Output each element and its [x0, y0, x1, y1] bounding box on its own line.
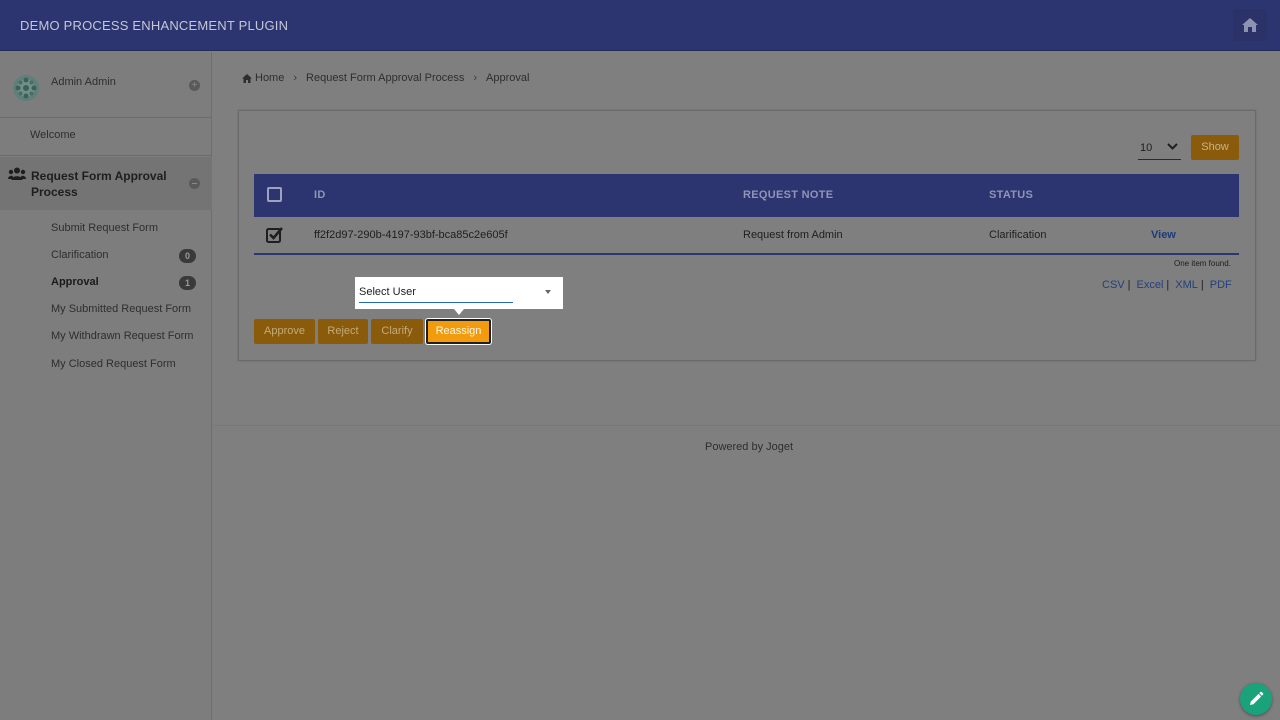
column-header-request-note[interactable]: REQUEST NOTE: [743, 189, 833, 201]
table-row[interactable]: ff2f2d97-290b-4197-93bf-bca85c2e605f Req…: [254, 217, 1239, 255]
avatar: [13, 75, 39, 101]
clarify-button[interactable]: Clarify: [371, 319, 423, 344]
chevron-right-icon: ›: [473, 72, 478, 84]
export-links: CSV | Excel | XML | PDF: [1102, 279, 1232, 291]
breadcrumb-process[interactable]: Request Form Approval Process: [306, 72, 464, 84]
expand-user-icon[interactable]: +: [189, 80, 200, 91]
row-checkbox-checked[interactable]: [266, 226, 284, 243]
page-size-select[interactable]: 10: [1138, 136, 1181, 160]
edit-fab-button[interactable]: [1240, 683, 1272, 715]
table-header: ID REQUEST NOTE STATUS: [254, 174, 1239, 217]
sidebar-item-welcome[interactable]: Welcome: [0, 119, 212, 156]
export-xml-link[interactable]: XML: [1175, 279, 1198, 291]
approve-button[interactable]: Approve: [254, 319, 315, 344]
sidebar-item-my-withdrawn[interactable]: My Withdrawn Request Form: [51, 330, 193, 342]
app-title: DEMO PROCESS ENHANCEMENT PLUGIN: [20, 18, 289, 33]
popup-pointer: [454, 309, 464, 315]
breadcrumb: Home › Request Form Approval Process › A…: [242, 72, 529, 84]
user-profile[interactable]: Admin Admin +: [0, 52, 212, 118]
collapse-group-icon[interactable]: [189, 178, 200, 189]
select-all-checkbox[interactable]: [267, 187, 282, 202]
show-button[interactable]: Show: [1191, 135, 1239, 160]
view-link[interactable]: View: [1151, 229, 1176, 241]
select-underline: [359, 302, 513, 303]
clarification-count-badge: 0: [179, 249, 196, 263]
export-csv-link[interactable]: CSV: [1102, 279, 1125, 291]
home-icon: [1242, 18, 1258, 32]
reassign-button[interactable]: Reassign: [426, 319, 491, 344]
export-excel-link[interactable]: Excel: [1136, 279, 1163, 291]
column-header-id[interactable]: ID: [314, 189, 326, 201]
pencil-icon: [1250, 691, 1264, 705]
sidebar-item-clarification[interactable]: Clarification: [51, 249, 108, 261]
reject-button[interactable]: Reject: [318, 319, 368, 344]
breadcrumb-current: Approval: [486, 72, 530, 84]
sidebar-item-label: Welcome: [30, 129, 76, 141]
select-user-value: Select User: [359, 286, 416, 298]
breadcrumb-home[interactable]: Home: [255, 72, 284, 84]
export-pdf-link[interactable]: PDF: [1210, 279, 1232, 291]
home-icon: [242, 73, 252, 83]
chevron-down-icon: [1167, 143, 1178, 150]
content-divider: [213, 425, 1280, 426]
cell-id: ff2f2d97-290b-4197-93bf-bca85c2e605f: [314, 229, 508, 241]
cell-request-note: Request from Admin: [743, 229, 843, 241]
caret-down-icon: [545, 290, 551, 294]
page-size-value: 10: [1140, 142, 1153, 154]
footer-text: Powered by Joget: [705, 441, 794, 453]
cell-status: Clarification: [989, 229, 1047, 241]
sidebar-group-label: Request Form Approval Process: [31, 169, 167, 199]
select-user-dropdown[interactable]: Select User: [355, 277, 563, 309]
user-name: Admin Admin: [51, 76, 116, 88]
sidebar-item-my-closed[interactable]: My Closed Request Form: [51, 358, 176, 370]
items-found-text: One item found.: [1174, 259, 1231, 268]
sidebar-group-request-form[interactable]: Request Form Approval Process: [0, 157, 212, 210]
approval-count-badge: 1: [179, 276, 196, 290]
sidebar-item-submit-request-form[interactable]: Submit Request Form: [51, 222, 158, 234]
top-header: DEMO PROCESS ENHANCEMENT PLUGIN: [0, 0, 1280, 51]
sidebar: Admin Admin + Welcome Request Form Appro…: [0, 52, 212, 720]
column-header-status[interactable]: STATUS: [989, 189, 1033, 201]
users-icon: [8, 167, 26, 180]
sidebar-item-my-submitted[interactable]: My Submitted Request Form: [51, 303, 191, 315]
chevron-right-icon: ›: [293, 72, 298, 84]
sidebar-item-approval[interactable]: Approval: [51, 276, 99, 288]
home-button[interactable]: [1233, 9, 1267, 41]
